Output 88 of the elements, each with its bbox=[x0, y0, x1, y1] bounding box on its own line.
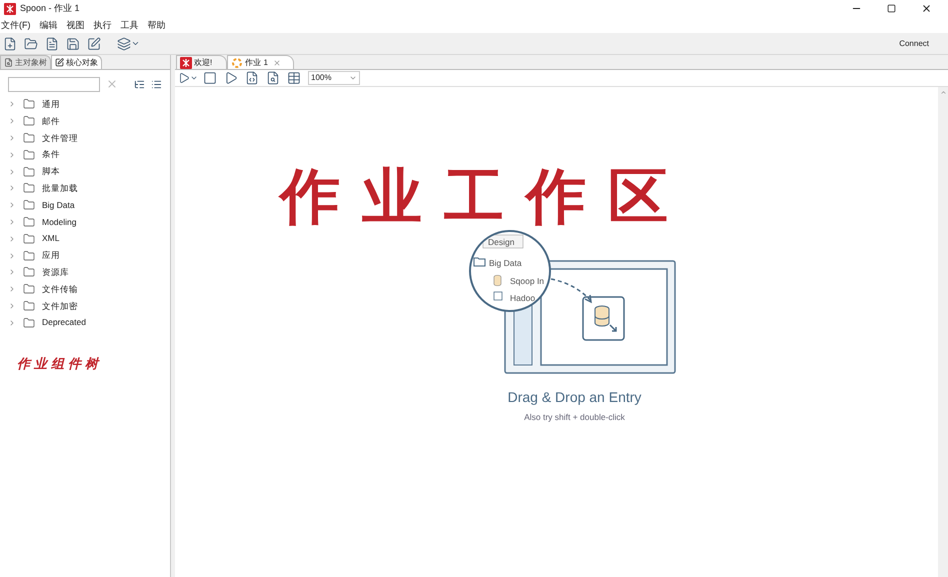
tree-item[interactable]: 通用 bbox=[0, 96, 170, 113]
expand-chevron-icon[interactable] bbox=[8, 100, 16, 108]
expand-chevron-icon[interactable] bbox=[8, 201, 16, 210]
caret-icon bbox=[131, 39, 140, 48]
layers-icon bbox=[117, 36, 131, 50]
scroll-up-icon bbox=[940, 89, 946, 96]
expand-chevron-icon[interactable] bbox=[8, 134, 16, 142]
tree-item[interactable]: Big Data bbox=[0, 196, 170, 214]
empty-state-title: Drag & Drop an Entry bbox=[508, 388, 642, 407]
expand-chevron-icon[interactable] bbox=[8, 285, 16, 294]
menu-item[interactable]: 编辑 bbox=[40, 20, 58, 30]
close-tab-icon[interactable] bbox=[272, 58, 281, 66]
folder-icon bbox=[473, 258, 485, 266]
tree-item[interactable]: Modeling bbox=[0, 214, 170, 230]
tree-item[interactable]: 资源库 bbox=[0, 264, 170, 281]
expand-chevron-icon[interactable] bbox=[8, 150, 16, 159]
play-icon bbox=[178, 72, 190, 84]
expand-chevron-icon[interactable] bbox=[8, 184, 16, 192]
pencil-icon bbox=[55, 58, 64, 67]
expand-chevron-icon[interactable] bbox=[8, 218, 16, 226]
vertical-scrollbar[interactable] bbox=[938, 87, 948, 577]
folder-icon bbox=[23, 182, 35, 194]
maximize-icon bbox=[887, 4, 896, 13]
zoom-select[interactable]: 100% bbox=[308, 71, 360, 85]
tree-item[interactable]: 文件加密 bbox=[0, 298, 170, 314]
editor-tab[interactable]: 作业 1 bbox=[227, 55, 294, 69]
folder-icon bbox=[23, 98, 35, 110]
perspective-button[interactable] bbox=[117, 36, 140, 50]
expand-chevron-icon[interactable] bbox=[8, 234, 16, 243]
folder-icon bbox=[23, 148, 35, 161]
panel-tab[interactable]: 主对象树 bbox=[0, 55, 51, 69]
illustration-item-label: Hadoo bbox=[510, 293, 535, 303]
tree-item[interactable]: 文件管理 bbox=[0, 130, 170, 146]
app-logo-icon bbox=[4, 2, 16, 14]
tree-item[interactable]: XML bbox=[0, 230, 170, 248]
close-icon bbox=[921, 3, 932, 14]
folder-icon bbox=[23, 283, 35, 296]
menu-item[interactable]: 文件(F) bbox=[1, 20, 30, 30]
folder-icon bbox=[23, 300, 35, 312]
expand-tree-icon[interactable] bbox=[134, 78, 145, 90]
app-logo-icon bbox=[180, 56, 192, 68]
database-icon bbox=[493, 274, 501, 286]
folder-icon bbox=[23, 250, 35, 262]
list-view-icon[interactable] bbox=[151, 78, 162, 90]
job-icon bbox=[231, 56, 244, 68]
folder-icon bbox=[23, 316, 35, 329]
tree-item[interactable]: 条件 bbox=[0, 146, 170, 164]
window-title: Spoon - 作业 1 bbox=[20, 2, 81, 15]
document-search-icon bbox=[4, 58, 13, 67]
square-icon bbox=[493, 292, 502, 300]
panel-tab[interactable]: 核心对象 bbox=[51, 55, 102, 69]
database-entry-drawing bbox=[582, 296, 624, 341]
tree-item[interactable]: 应用 bbox=[0, 247, 170, 264]
connect-button[interactable]: Connect bbox=[891, 38, 937, 50]
tree-item[interactable]: Deprecated bbox=[0, 314, 170, 332]
search-field[interactable] bbox=[8, 76, 100, 92]
caret-icon bbox=[349, 74, 357, 82]
tree-item[interactable]: 脚本 bbox=[0, 163, 170, 180]
dashed-arrow bbox=[550, 278, 592, 304]
expand-chevron-icon[interactable] bbox=[8, 252, 16, 260]
illustration-item-label: Sqoop In bbox=[510, 276, 544, 286]
annotation-text: 作业工作区 bbox=[280, 167, 690, 227]
expand-chevron-icon[interactable] bbox=[8, 268, 16, 276]
menu-item[interactable]: 帮助 bbox=[148, 20, 166, 30]
expand-chevron-icon[interactable] bbox=[8, 168, 16, 176]
tree-item[interactable]: 批量加载 bbox=[0, 180, 170, 197]
annotation-text: 作业组件树 bbox=[17, 356, 103, 374]
expand-chevron-icon[interactable] bbox=[8, 318, 16, 327]
folder-icon bbox=[23, 115, 35, 128]
menu-item[interactable]: 工具 bbox=[120, 20, 138, 30]
folder-icon bbox=[23, 166, 35, 178]
tree-item[interactable]: 文件传输 bbox=[0, 280, 170, 298]
expand-chevron-icon[interactable] bbox=[8, 117, 16, 126]
caret-icon bbox=[190, 74, 198, 82]
folder-icon bbox=[23, 266, 35, 278]
tree-item[interactable]: 邮件 bbox=[0, 112, 170, 130]
empty-state-hint: Also try shift + double-click bbox=[524, 411, 625, 424]
menu-item[interactable]: 视图 bbox=[66, 20, 84, 30]
folder-icon bbox=[23, 132, 35, 144]
folder-icon bbox=[23, 199, 35, 212]
clear-icon[interactable] bbox=[106, 78, 118, 90]
expand-chevron-icon[interactable] bbox=[8, 302, 16, 310]
illustration-folder-label: Big Data bbox=[488, 258, 522, 268]
menu-item[interactable]: 执行 bbox=[94, 20, 112, 30]
run-button[interactable] bbox=[178, 72, 198, 84]
editor-tab[interactable]: 欢迎! bbox=[176, 55, 228, 69]
folder-icon bbox=[23, 216, 35, 228]
folder-icon bbox=[23, 232, 35, 245]
